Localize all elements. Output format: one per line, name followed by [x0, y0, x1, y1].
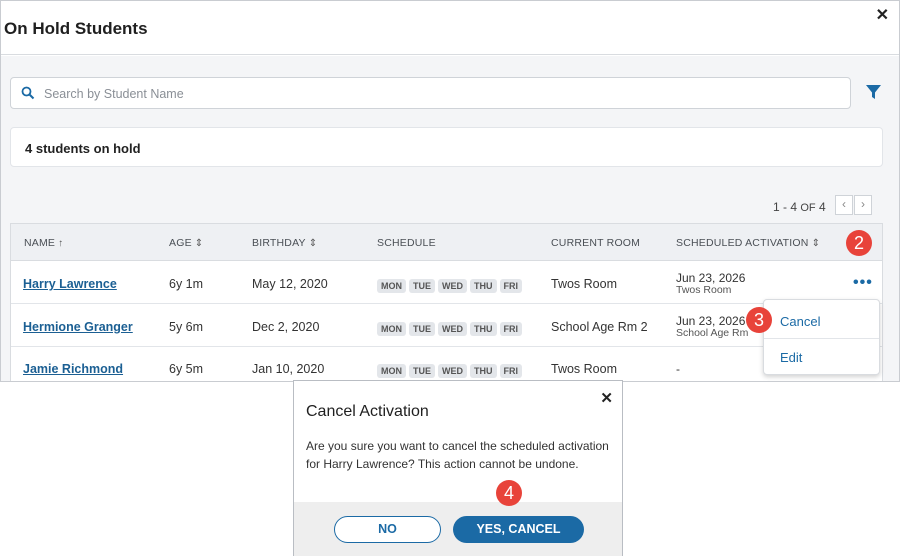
col-header-age-label: AGE — [169, 237, 192, 249]
sort-icon: ⇕ — [308, 238, 318, 249]
current-room: Twos Room — [551, 277, 617, 291]
activation-date: Jun 23, 2026 — [676, 271, 746, 285]
schedule-days: MON TUE WED THU FRI — [377, 361, 525, 379]
menu-item-cancel[interactable]: Cancel — [780, 314, 820, 329]
table-row: Jamie Richmond 6y 5m Jan 10, 2020 MON TUE… — [11, 348, 882, 381]
pagination-range: 1 - 4 — [773, 200, 798, 214]
step-badge-2: 2 — [846, 230, 872, 256]
close-icon[interactable]: ✕ — [876, 5, 889, 25]
day-chip: WED — [438, 364, 467, 378]
menu-item-edit[interactable]: Edit — [780, 350, 802, 365]
student-age: 6y 5m — [169, 362, 204, 376]
day-chip: FRI — [499, 322, 522, 336]
dialog-close-icon[interactable]: ✕ — [600, 389, 613, 407]
col-header-scheduled-activation-label: SCHEDULED ACTIVATION — [676, 237, 809, 249]
dialog-title: Cancel Activation — [306, 403, 429, 420]
student-age: 6y 1m — [169, 277, 204, 291]
on-hold-students-panel: On Hold Students ✕ 4 students on hold 1 … — [0, 0, 900, 382]
day-chip: TUE — [409, 364, 435, 378]
day-chip: THU — [470, 364, 497, 378]
col-header-current-room: CURRENT ROOM — [551, 237, 640, 249]
panel-header: On Hold Students ✕ — [1, 1, 899, 55]
more-actions-icon[interactable]: ••• — [853, 274, 873, 292]
sort-icon: ⇕ — [811, 238, 821, 249]
search-icon — [21, 86, 35, 100]
student-name-link[interactable]: Jamie Richmond — [23, 362, 123, 376]
activation-room: School Age Rm — [676, 327, 749, 339]
summary-card: 4 students on hold — [10, 127, 883, 167]
student-name-link[interactable]: Hermione Granger — [23, 320, 133, 334]
students-table: NAME ↑ AGE ⇕ BIRTHDAY ⇕ SCHEDULE CURRENT RO… — [10, 223, 883, 381]
no-button[interactable]: NO — [334, 516, 441, 543]
col-header-name[interactable]: NAME ↑ — [24, 237, 63, 249]
student-age: 5y 6m — [169, 320, 204, 334]
activation-date: Jun 23, 2026 — [676, 314, 746, 328]
sort-icon: ⇕ — [194, 238, 204, 249]
sort-ascending-icon: ↑ — [58, 238, 64, 249]
table-row: Harry Lawrence 6y 1m May 12, 2020 MON TUE… — [11, 262, 882, 304]
col-header-age[interactable]: AGE ⇕ — [169, 237, 203, 249]
cancel-activation-dialog: Cancel Activation ✕ Are you sure you wan… — [293, 380, 623, 556]
day-chip: FRI — [499, 279, 522, 293]
current-room: Twos Room — [551, 362, 617, 376]
day-chip: MON — [377, 364, 406, 378]
dialog-footer: NO YES, CANCEL — [294, 502, 622, 556]
pagination-label: 1 - 4 OF 4 — [773, 200, 826, 214]
col-header-birthday-label: BIRTHDAY — [252, 237, 306, 249]
day-chip: FRI — [499, 364, 522, 378]
row-actions-menu: Cancel Edit — [763, 299, 880, 375]
schedule-days: MON TUE WED THU FRI — [377, 276, 525, 294]
students-on-hold-count: 4 students on hold — [25, 141, 141, 156]
yes-cancel-button[interactable]: YES, CANCEL — [453, 516, 584, 543]
day-chip: TUE — [409, 279, 435, 293]
prev-page-button[interactable]: ‹ — [835, 195, 853, 215]
col-header-schedule: SCHEDULE — [377, 237, 436, 249]
day-chip: THU — [470, 322, 497, 336]
col-header-scheduled-activation[interactable]: SCHEDULED ACTIVATION ⇕ — [676, 237, 820, 249]
col-header-schedule-label: SCHEDULE — [377, 237, 436, 249]
day-chip: WED — [438, 279, 467, 293]
col-header-current-room-label: CURRENT ROOM — [551, 237, 641, 249]
schedule-days: MON TUE WED THU FRI — [377, 319, 525, 337]
filter-icon[interactable] — [865, 84, 882, 101]
student-birthday: May 12, 2020 — [252, 277, 328, 291]
panel-title: On Hold Students — [4, 19, 148, 38]
step-badge-4: 4 — [496, 480, 522, 506]
search-input[interactable] — [44, 84, 824, 104]
day-chip: WED — [438, 322, 467, 336]
pagination-of: OF — [800, 202, 816, 214]
dialog-message: Are you sure you want to cancel the sche… — [306, 439, 609, 471]
activation-room: Twos Room — [676, 284, 732, 296]
menu-divider — [764, 338, 879, 339]
student-birthday: Jan 10, 2020 — [252, 362, 325, 376]
day-chip: MON — [377, 322, 406, 336]
student-name-link[interactable]: Harry Lawrence — [23, 277, 117, 291]
step-badge-3: 3 — [746, 307, 772, 333]
col-header-birthday[interactable]: BIRTHDAY ⇕ — [252, 237, 317, 249]
day-chip: TUE — [409, 322, 435, 336]
next-page-button[interactable]: › — [854, 195, 872, 215]
pagination-total: 4 — [818, 200, 826, 214]
search-box[interactable] — [10, 77, 851, 109]
col-header-name-label: NAME — [24, 237, 56, 249]
student-birthday: Dec 2, 2020 — [252, 320, 320, 334]
current-room: School Age Rm 2 — [551, 320, 648, 334]
table-header: NAME ↑ AGE ⇕ BIRTHDAY ⇕ SCHEDULE CURRENT RO… — [11, 224, 882, 261]
day-chip: THU — [470, 279, 497, 293]
day-chip: MON — [377, 279, 406, 293]
activation-date: - — [676, 362, 680, 376]
